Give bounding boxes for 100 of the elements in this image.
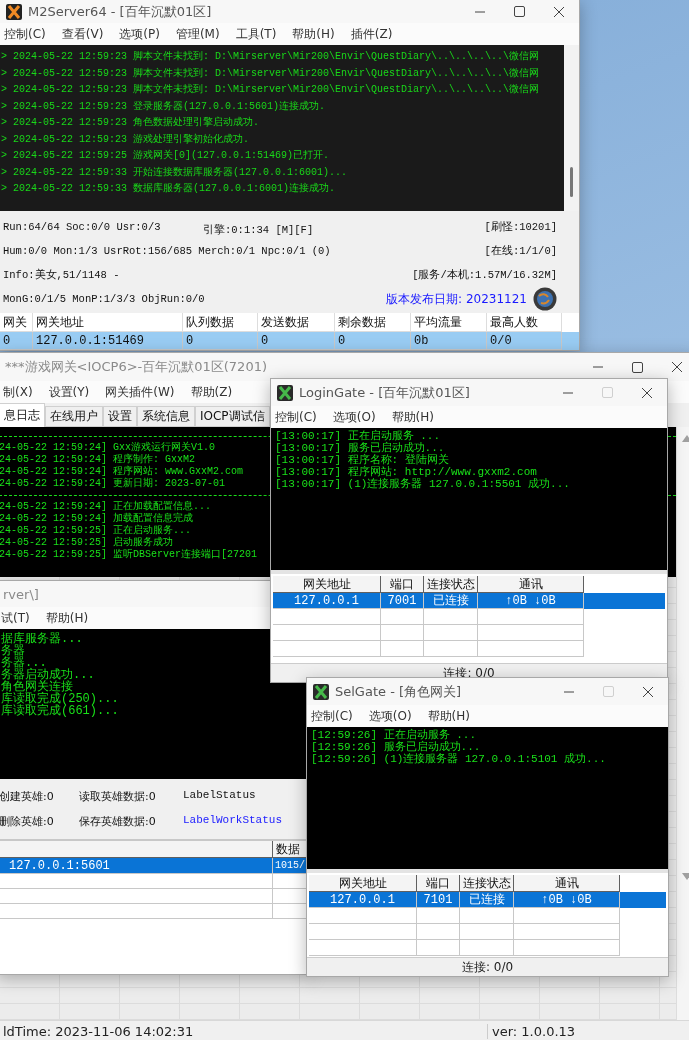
tab[interactable]: IOCP调试信 xyxy=(195,406,270,427)
column-header[interactable]: 最高人数 xyxy=(487,313,562,332)
close-icon[interactable] xyxy=(641,386,653,399)
menu-item[interactable]: 选项(O) xyxy=(368,707,412,725)
table-cell: 已连接 xyxy=(460,892,514,908)
menu-item[interactable]: 制(X) xyxy=(3,383,33,401)
stat-text: Hum:0/0 Mon:1/3 UsrRot:156/685 Merch:0/1 Npc:0/1 (0) xyxy=(3,245,331,257)
log-line: > 2024-05-22 12:59:23 角色数据处理引擎启动成功. xyxy=(1,115,260,130)
menu-item[interactable]: 选项(P) xyxy=(119,25,160,43)
log-line: 24-05-22 12:59:24] 程序制作: GxxM2 xyxy=(0,454,196,465)
column-header[interactable]: 通讯 xyxy=(478,576,584,593)
table-cell: ↑0B ↓0B xyxy=(514,892,620,908)
log-line: 务器启动成功... xyxy=(1,669,95,681)
log-line: > 2024-05-22 12:59:33 数据库服务器(127.0.0.1:6001)连接成功. xyxy=(1,181,336,196)
table-cell xyxy=(424,625,478,641)
tab[interactable]: 设置 xyxy=(103,406,137,427)
status-label: 删除英雄:0 xyxy=(0,814,55,829)
log-line: 24-05-22 12:59:25] 正在启动服务... xyxy=(0,525,192,536)
scroll-down-icon[interactable] xyxy=(682,873,689,880)
close-icon[interactable] xyxy=(642,685,654,698)
close-icon[interactable] xyxy=(553,5,565,18)
menu-item[interactable]: 帮助(H) xyxy=(427,707,470,725)
log-line: [12:59:26] (1)连接服务器 127.0.0.1:5101 成功... xyxy=(311,753,606,765)
menu-item[interactable]: 管理(M) xyxy=(175,25,220,43)
column-header[interactable]: 网关 xyxy=(0,313,33,332)
table-row[interactable]: 127.0.0.1 7101 已连接 ↑0B ↓0B xyxy=(309,892,666,908)
column-header[interactable]: 队列数据 xyxy=(183,313,258,332)
table-row[interactable]: 0 127.0.0.1:51469 0 0 0 0b 0/0 xyxy=(0,332,579,350)
column-header[interactable]: 连接状态 xyxy=(460,875,514,892)
column-header[interactable]: 通讯 xyxy=(514,875,620,892)
log-line: [12:59:26] 服务已启动成功... xyxy=(311,741,481,753)
menu-item[interactable]: 查看(V) xyxy=(61,25,104,43)
table-cell: 0 xyxy=(183,332,258,350)
menu-item[interactable]: 帮助(H) xyxy=(45,609,89,627)
menu-item[interactable]: 帮助(H) xyxy=(391,408,434,426)
log-line: > 2024-05-22 12:59:23 游戏处理引擎初始化成功. xyxy=(1,132,250,147)
maximize-icon[interactable] xyxy=(514,6,525,17)
menu-item[interactable]: 设置(Y) xyxy=(48,383,90,401)
log-line: > 2024-05-22 12:59:23 脚本文件未找到: D:\Mirserver\Mir200\Envir\QuestDiary\..\..\..\..\微信网 xyxy=(1,83,540,97)
menu-item[interactable]: 工具(T) xyxy=(235,25,277,43)
table-cell: ↑0B ↓0B xyxy=(478,593,584,609)
stat-text: MonG:0/1/5 MonP:1/3/3 ObjRun:0/0 xyxy=(3,293,205,305)
menu-item[interactable]: 帮助(Z) xyxy=(190,383,233,401)
menu-item[interactable]: 控制(C) xyxy=(4,25,46,43)
tab[interactable]: 系统信息 xyxy=(137,406,195,427)
table-cell: 已连接 xyxy=(424,593,478,609)
table-cell xyxy=(417,908,460,924)
column-header[interactable]: 发送数据 xyxy=(258,313,335,332)
column-header[interactable]: 连接状态 xyxy=(424,576,478,593)
log-line: 据库服务器... xyxy=(1,633,83,645)
globe-icon xyxy=(533,287,557,311)
column-header[interactable]: 端口 xyxy=(381,576,424,593)
menu-item[interactable]: 选项(O) xyxy=(332,408,376,426)
window-title: SelGate - [角色网关] xyxy=(335,682,463,701)
table-cell: 0 xyxy=(258,332,335,350)
menu-item[interactable]: 网关插件(W) xyxy=(105,383,175,401)
log-line: [13:00:17] 程序网站: http://www.gxxm2.com xyxy=(275,466,537,478)
table-cell xyxy=(460,924,514,940)
scrollbar[interactable] xyxy=(564,45,579,211)
log-line: 24-05-22 12:59:24] 程序网站: www.GxxM2.com xyxy=(0,466,244,477)
table-cell xyxy=(460,908,514,924)
column-header[interactable]: 剩余数据 xyxy=(335,313,411,332)
window-title: LoginGate - [百年沉默01区] xyxy=(299,383,471,402)
status-label: 读取英雄数据:0 xyxy=(79,789,157,804)
table-cell xyxy=(424,609,478,625)
x-logo-icon xyxy=(313,683,329,700)
column-header[interactable]: 数据 xyxy=(273,841,309,858)
table-row[interactable]: 127.0.0.1 7001 已连接 ↑0B ↓0B xyxy=(273,593,665,609)
close-icon[interactable] xyxy=(671,361,683,373)
scroll-up-icon[interactable] xyxy=(682,435,689,442)
release-date: 版本发布日期: 20231121 xyxy=(386,290,527,308)
menu-item[interactable]: 帮助(H) xyxy=(292,25,335,43)
log-line: 库读取完成(250)... xyxy=(1,693,119,705)
table-cell xyxy=(381,625,424,641)
window-title: ***游戏网关<IOCP6>-百年沉默01区(7201) xyxy=(5,358,268,376)
column-header[interactable]: 端口 xyxy=(417,875,460,892)
log-line: 24-05-22 12:59:24] 加载配置信息完成 xyxy=(0,513,194,524)
log-line: 务器 xyxy=(1,645,25,657)
x-logo-icon xyxy=(277,384,293,401)
column-header[interactable]: 网关地址 xyxy=(273,576,381,593)
stat-text: Run:64/64 Soc:0/0 Usr:0/3 xyxy=(3,221,162,233)
column-header[interactable]: 网关地址 xyxy=(33,313,183,332)
table-row[interactable]: 127.0.0.1:5601 1015/ xyxy=(0,858,309,874)
connection-count: 连接: 0/0 xyxy=(461,958,514,976)
log-line: [13:00:17] 服务已启动成功... xyxy=(275,442,445,454)
tab[interactable]: 在线用户 xyxy=(45,406,103,427)
column-header[interactable] xyxy=(0,841,273,858)
column-header[interactable]: 平均流量 xyxy=(411,313,487,332)
status-label: LabelStatus xyxy=(183,789,257,803)
menu-item[interactable]: 控制(C) xyxy=(311,707,353,725)
log-line: 务器... xyxy=(1,657,47,669)
maximize-icon[interactable] xyxy=(632,361,643,373)
menu-item[interactable]: 试(T) xyxy=(1,609,30,627)
menu-item[interactable]: 插件(Z) xyxy=(350,25,393,43)
version-text: ver: 1.0.0.13 xyxy=(491,1023,577,1039)
column-header[interactable]: 网关地址 xyxy=(309,875,417,892)
tab[interactable]: 息日志 xyxy=(0,403,45,427)
menu-item[interactable]: 控制(C) xyxy=(275,408,317,426)
log-line: [13:00:17] (1)连接服务器 127.0.0.1:5501 成功... xyxy=(275,478,570,490)
log-line: 24-05-22 12:59:25] 监听DBServer连接端口[27201 xyxy=(0,549,258,561)
